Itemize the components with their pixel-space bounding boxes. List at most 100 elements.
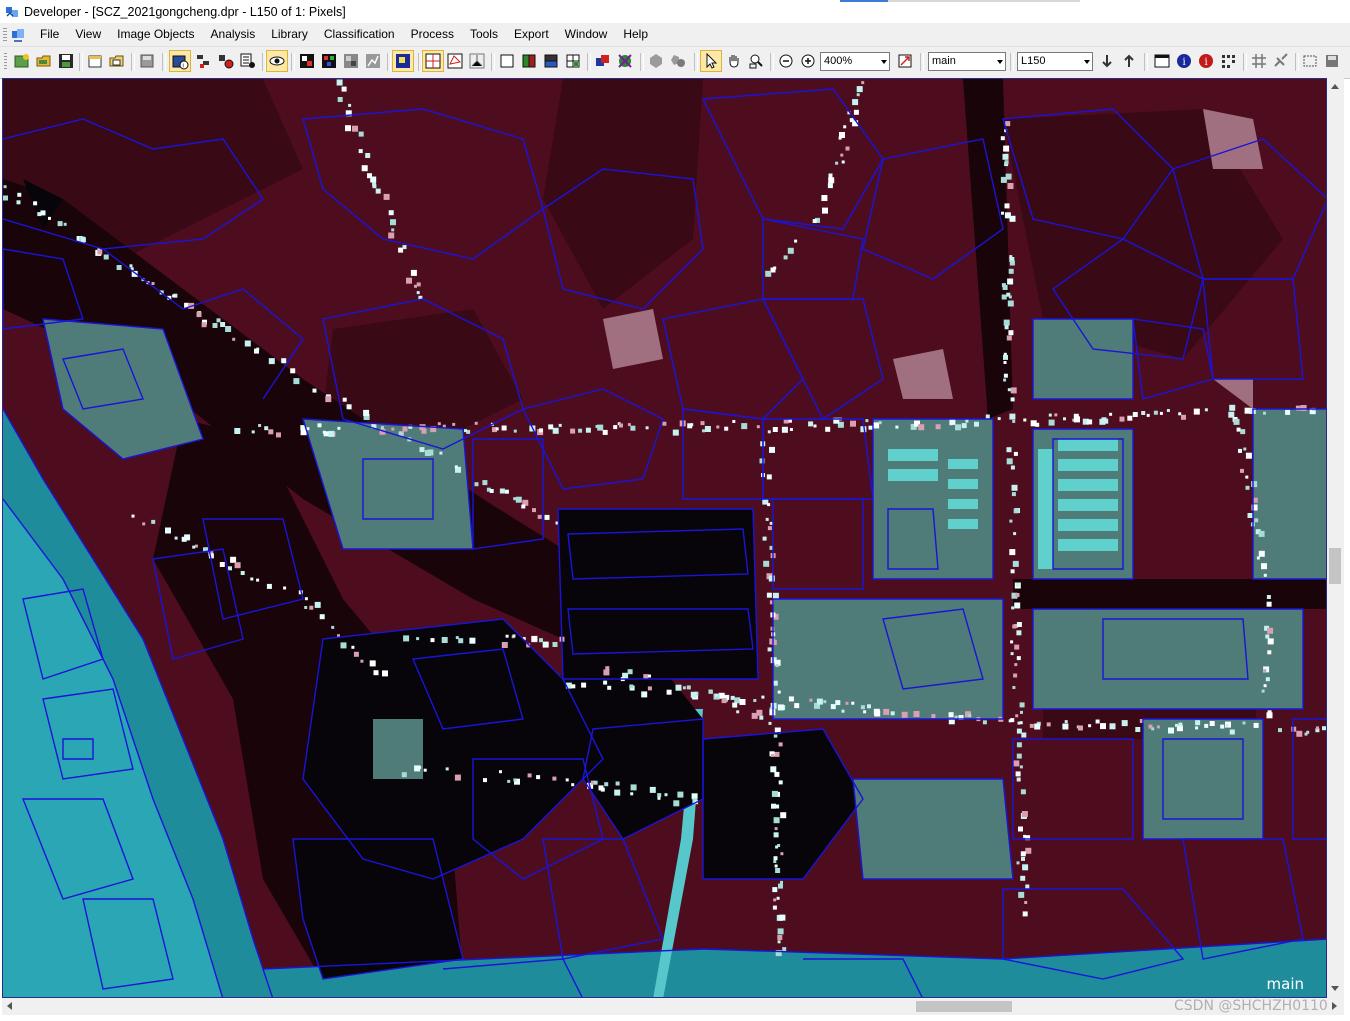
object-outlines-icon[interactable] [422,50,444,72]
object-table-icon[interactable] [239,52,257,70]
single-view-icon[interactable] [498,52,516,70]
link-tool-icon[interactable] [1272,52,1290,70]
view-settings-eye-icon[interactable] [266,50,288,72]
menu-help[interactable]: Help [615,24,656,45]
bright-pixel [266,583,272,589]
bright-pixel [1253,722,1259,728]
save-view-icon[interactable] [1323,52,1341,70]
bright-pixel [499,488,505,494]
rgb-layers-icon[interactable] [320,52,338,70]
menu-export[interactable]: Export [506,24,557,45]
document-icon[interactable] [10,27,26,43]
bright-pixel [736,710,740,714]
feature-view-icon[interactable] [217,52,235,70]
menu-tools[interactable]: Tools [462,24,506,45]
merge-objects-icon[interactable] [669,52,687,70]
sample-editor-icon[interactable] [616,52,634,70]
bright-pixel [1007,388,1011,392]
zoom-area-icon[interactable] [747,52,765,70]
level-down-arrow-icon[interactable] [1098,52,1116,70]
shape-hexagon-icon[interactable] [647,52,665,70]
menu-view[interactable]: View [67,24,109,45]
classification-view-icon[interactable] [594,52,612,70]
equalize-icon[interactable] [364,52,382,70]
bright-pixel [1023,418,1027,422]
menu-analysis[interactable]: Analysis [203,24,264,45]
chevron-down-icon[interactable] [1084,60,1090,64]
bright-pixel [325,396,332,403]
bright-pixel [406,277,412,284]
bright-pixel [1029,723,1034,728]
split-vertical-icon[interactable] [520,52,538,70]
menu-process[interactable]: Process [403,24,462,45]
scroll-left-arrow-icon[interactable] [7,1002,12,1010]
chevron-down-icon[interactable] [997,60,1003,64]
bright-pixel [1263,411,1266,415]
zoom-to-window-icon[interactable] [896,52,914,70]
vertical-scrollbar[interactable] [1327,78,1344,998]
polygons-icon[interactable] [446,52,464,70]
bright-pixel [822,207,828,214]
zoom-in-icon[interactable] [799,52,817,70]
layer-mixing-icon[interactable] [298,52,316,70]
level-combo[interactable]: L150 [1017,52,1093,71]
save-project-icon[interactable] [57,52,75,70]
menu-classification[interactable]: Classification [316,24,403,45]
scroll-right-arrow-icon[interactable] [1332,1002,1337,1010]
main-toolbar: i 400% main L150 i i [0,46,1350,79]
menu-file[interactable]: File [32,24,67,45]
pan-hand-icon[interactable] [725,52,743,70]
horizontal-scrollbar[interactable] [2,998,1344,1015]
split-horizontal-icon[interactable] [542,52,560,70]
horizontal-scroll-thumb[interactable] [916,1001,1012,1012]
toolbar-separator [1295,53,1299,71]
process-combo[interactable]: main [928,52,1006,71]
new-project-icon[interactable] [13,52,31,70]
classes-icon[interactable] [195,52,213,70]
toolbar-grip[interactable] [4,53,7,71]
split-four-icon[interactable] [564,52,582,70]
bright-pixel [598,785,604,791]
bright-pixel [840,153,844,157]
menu-grip[interactable] [3,27,7,42]
window-frame-icon[interactable] [1153,52,1171,70]
chevron-down-icon[interactable] [881,60,887,64]
show-objects-icon[interactable] [392,50,414,72]
bright-pixel [788,696,794,702]
vertical-scroll-thumb[interactable] [1329,548,1341,584]
svg-text:i: i [183,64,184,70]
bright-pixel [1010,640,1014,644]
image-info-icon[interactable]: i [169,50,191,72]
bright-pixel [3,185,7,189]
level-up-arrow-icon[interactable] [1120,52,1138,70]
info-red-icon[interactable]: i [1197,52,1215,70]
segmented-satellite-image[interactable] [3,79,1327,998]
pixel-grid-icon[interactable] [1219,52,1237,70]
image-view-canvas[interactable]: main [2,78,1327,998]
menu-library[interactable]: Library [263,24,316,45]
zoom-out-icon[interactable] [777,52,795,70]
selection-box-icon[interactable] [1301,52,1319,70]
bright-pixel [868,425,873,430]
bright-pixel [281,358,287,364]
info-blue-icon[interactable]: i [1175,52,1193,70]
menu-image-objects[interactable]: Image Objects [109,24,202,45]
toolbar-separator [162,53,166,71]
bright-pixel [1100,723,1106,730]
bright-pixel [482,480,488,486]
skeletons-icon[interactable] [468,52,486,70]
bright-pixel [767,526,772,531]
cursor-select-icon[interactable] [700,50,722,72]
menu-window[interactable]: Window [557,24,616,45]
save-workspace-icon[interactable] [138,52,156,70]
open-workspace-icon[interactable] [108,52,126,70]
grid-icon[interactable] [1250,52,1268,70]
scroll-down-arrow-icon[interactable] [1331,986,1339,991]
zoom-combo[interactable]: 400% [820,52,890,71]
bright-pixel [1109,412,1113,416]
new-workspace-icon[interactable] [86,52,104,70]
scroll-up-arrow-icon[interactable] [1331,84,1339,89]
grayscale-icon[interactable] [342,52,360,70]
open-project-icon[interactable] [35,52,53,70]
bright-pixel [773,832,779,838]
